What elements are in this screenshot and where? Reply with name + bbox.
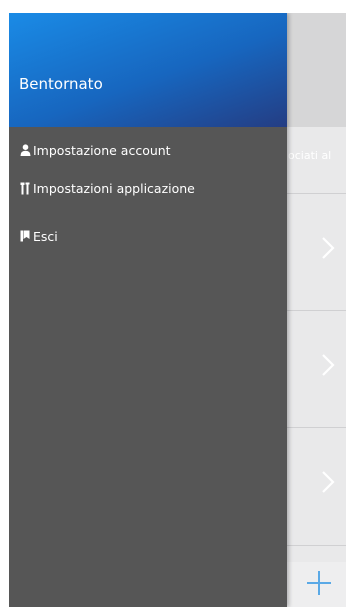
app-screen: ociati al Bentornato Impostazione accoun…	[9, 13, 346, 607]
drawer-header: Bentornato	[9, 13, 287, 127]
navigation-drawer: Bentornato Impostazione account Impostaz…	[9, 13, 287, 607]
tools-icon	[19, 181, 31, 195]
plus-icon[interactable]	[305, 569, 333, 597]
background-partial-text: ociati al	[288, 149, 332, 162]
menu-item-label: Esci	[33, 228, 58, 244]
menu-item-logout[interactable]: Esci	[19, 226, 58, 246]
menu-item-label: Impostazioni applicazione	[33, 180, 195, 196]
chevron-right-icon	[322, 354, 335, 376]
drawer-title: Bentornato	[19, 75, 103, 93]
menu-item-app-settings[interactable]: Impostazioni applicazione	[19, 178, 195, 198]
chevron-right-icon	[322, 237, 335, 259]
user-icon	[19, 143, 31, 157]
chevron-right-icon	[322, 471, 335, 493]
book-icon	[19, 229, 31, 243]
menu-item-label: Impostazione account	[33, 142, 171, 158]
menu-item-account-settings[interactable]: Impostazione account	[19, 140, 171, 160]
